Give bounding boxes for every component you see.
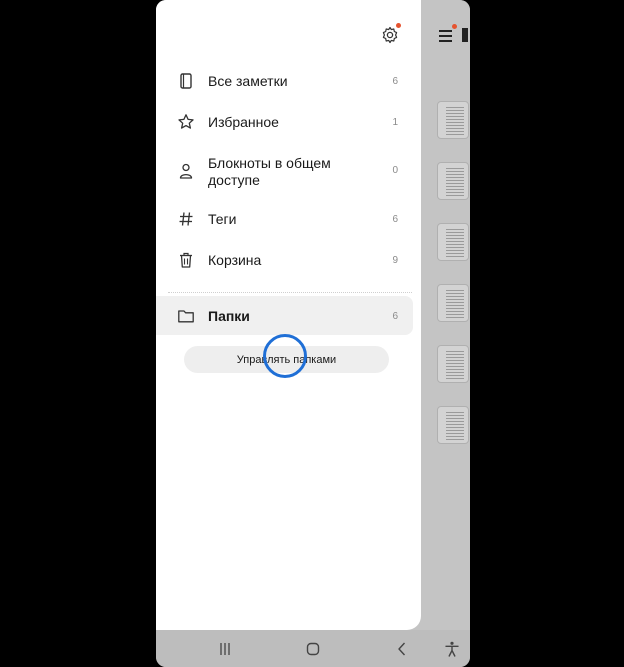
drawer-item-count: 0 bbox=[392, 165, 398, 176]
drawer-item-label: Теги bbox=[208, 211, 237, 227]
drawer-item-folders[interactable]: Папки 6 bbox=[156, 296, 413, 335]
drawer-item-trash[interactable]: Корзина 9 bbox=[156, 249, 421, 273]
drawer-item-tags[interactable]: Теги 6 bbox=[156, 208, 421, 232]
note-thumbnail bbox=[437, 406, 469, 444]
note-thumbnail bbox=[437, 101, 469, 139]
accessibility-icon[interactable] bbox=[443, 640, 461, 658]
drawer-item-label: Папки bbox=[208, 308, 250, 324]
phone-screen: Все заметки 6 Избранное 1 Блокноты в общ… bbox=[156, 0, 470, 667]
back-icon[interactable] bbox=[393, 640, 411, 658]
title-fragment bbox=[462, 28, 468, 42]
notification-dot bbox=[452, 24, 457, 29]
star-icon bbox=[177, 113, 195, 131]
drawer-item-favorites[interactable]: Избранное 1 bbox=[156, 111, 421, 135]
home-icon[interactable] bbox=[304, 640, 322, 658]
hash-icon bbox=[177, 210, 195, 228]
navigation-drawer: Все заметки 6 Избранное 1 Блокноты в общ… bbox=[156, 0, 421, 630]
drawer-item-count: 1 bbox=[392, 117, 398, 128]
menu-icon bbox=[439, 28, 453, 42]
note-thumbnail bbox=[437, 223, 469, 261]
drawer-item-label: Корзина bbox=[208, 252, 262, 268]
drawer-item-count: 6 bbox=[392, 214, 398, 225]
system-navigation-bar bbox=[156, 630, 470, 667]
drawer-item-count: 6 bbox=[392, 311, 398, 322]
drawer-item-count: 6 bbox=[392, 76, 398, 87]
drawer-item-label: Все заметки bbox=[208, 73, 288, 89]
note-thumbnail bbox=[437, 162, 469, 200]
notebook-icon bbox=[177, 72, 195, 90]
drawer-item-count: 9 bbox=[392, 255, 398, 266]
drawer-item-label: Блокноты в общем доступе bbox=[208, 155, 331, 188]
note-thumbnail bbox=[437, 345, 469, 383]
folder-icon bbox=[177, 307, 195, 325]
drawer-item-label: Избранное bbox=[208, 114, 279, 130]
settings-button[interactable] bbox=[380, 25, 400, 45]
drawer-item-shared-notebooks[interactable]: Блокноты в общем доступе 0 bbox=[156, 153, 421, 191]
recent-apps-icon[interactable] bbox=[216, 640, 234, 658]
gear-icon bbox=[382, 26, 398, 44]
trash-icon bbox=[177, 251, 195, 269]
settings-badge bbox=[396, 23, 401, 28]
person-icon bbox=[177, 162, 195, 180]
manage-folders-button[interactable]: Управлять папками bbox=[184, 346, 389, 373]
note-thumbnail bbox=[437, 284, 469, 322]
drawer-item-all-notes[interactable]: Все заметки 6 bbox=[156, 70, 421, 94]
section-divider bbox=[168, 292, 412, 293]
